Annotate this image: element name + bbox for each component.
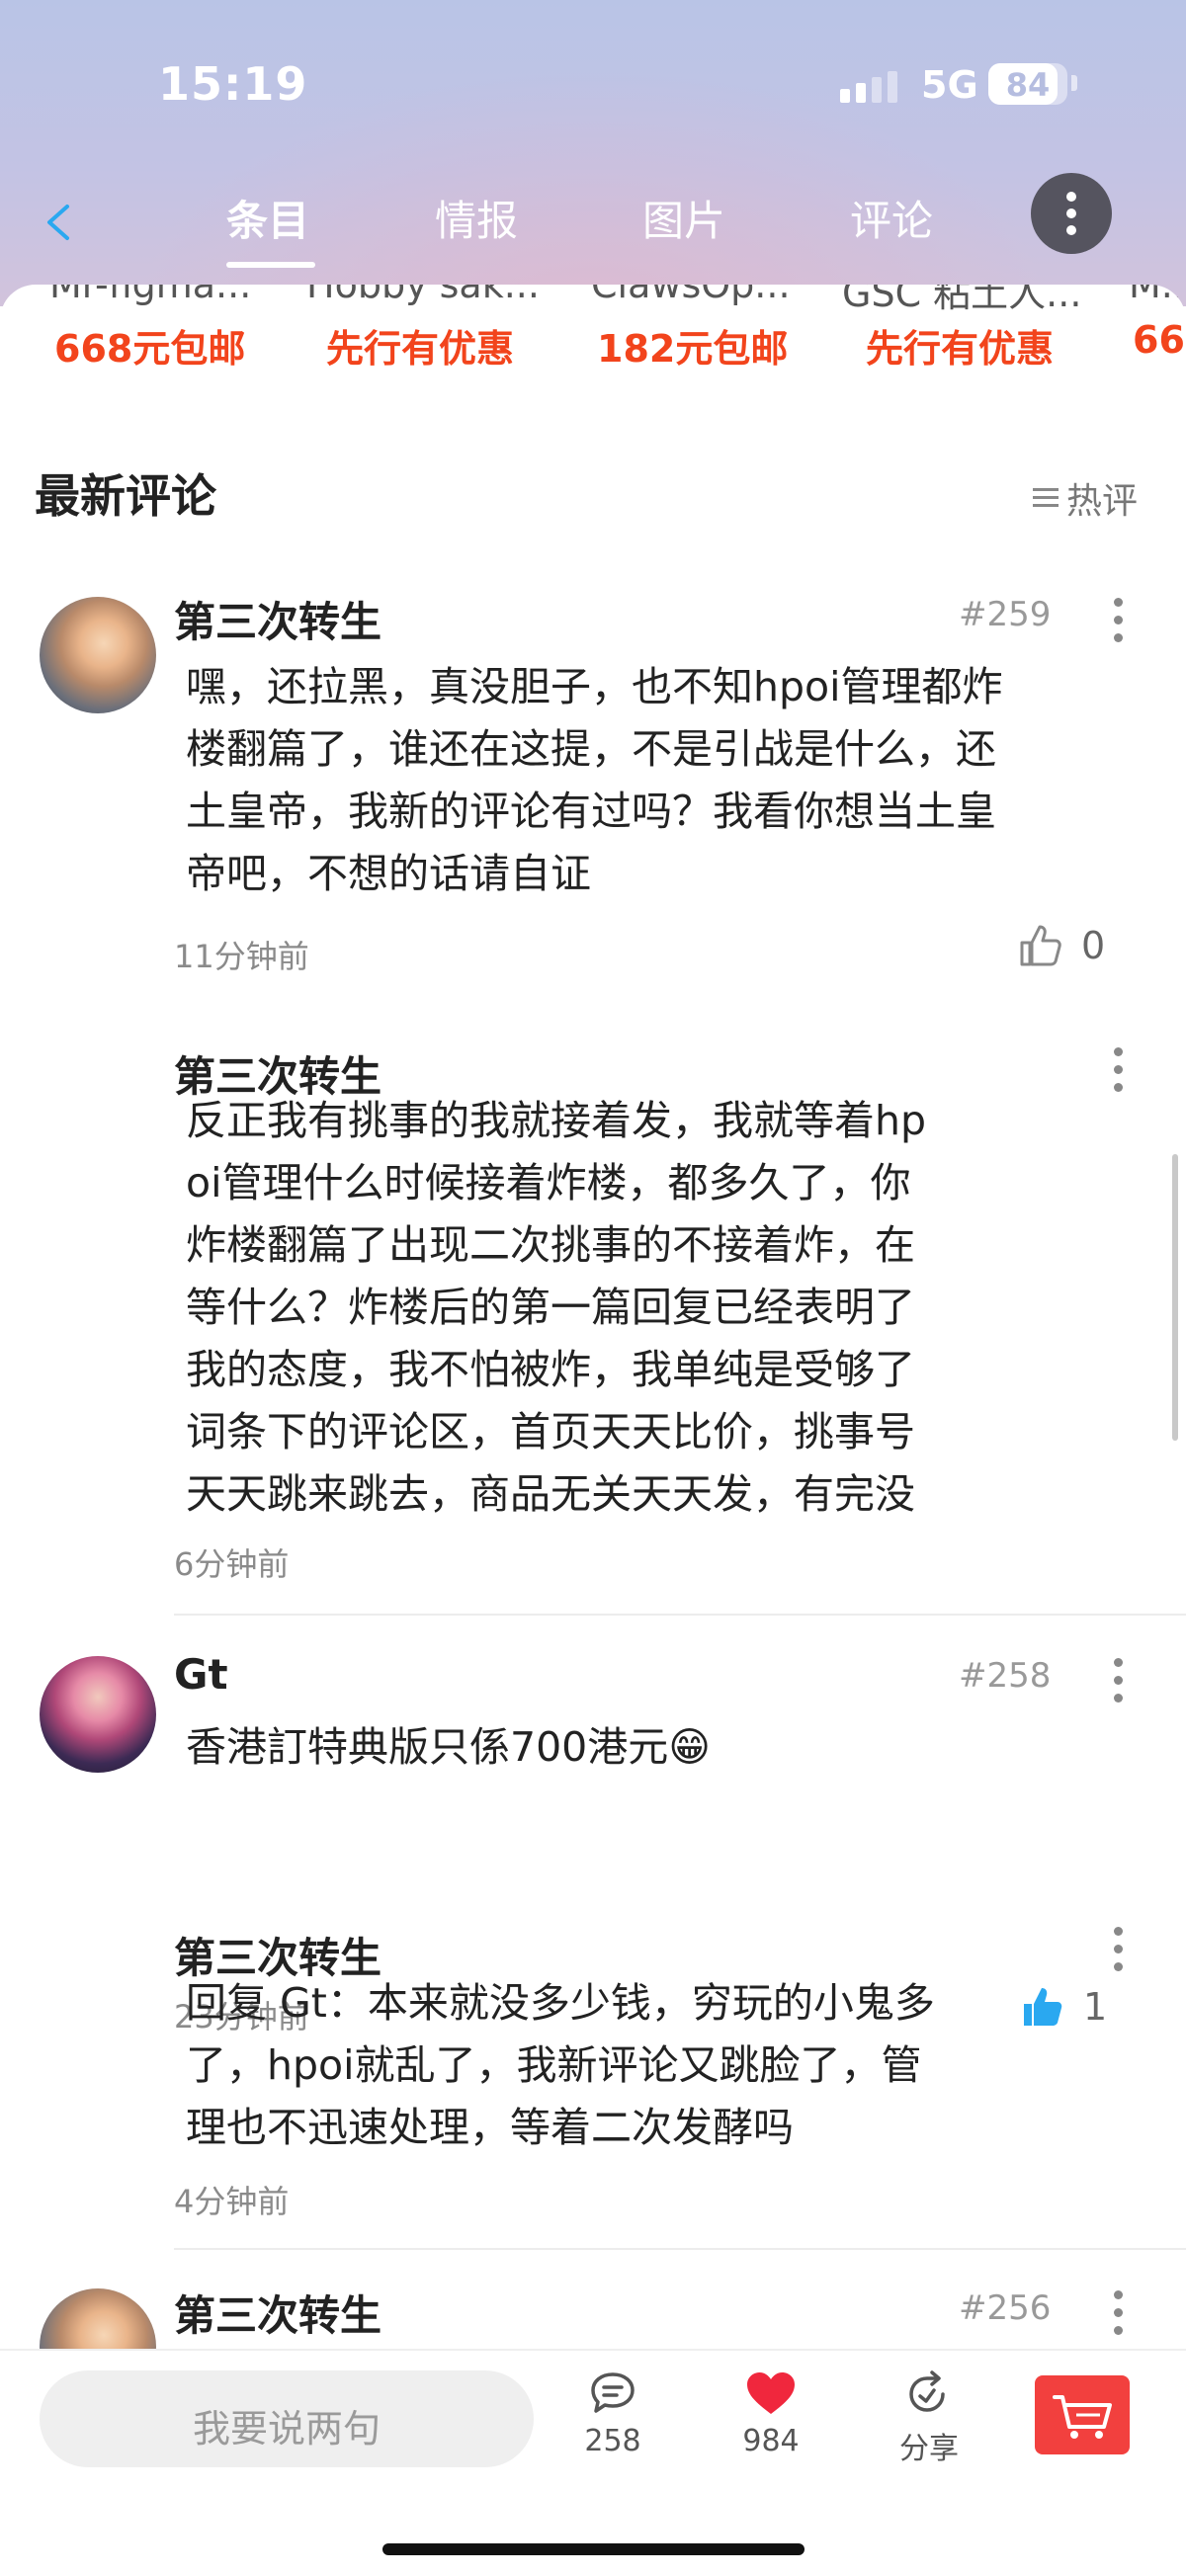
shop-price[interactable]: 先行有优惠 — [326, 318, 514, 373]
reply-line: 回复 Gt：本来就没多少钱，穷玩的小鬼多 — [186, 1979, 935, 2027]
shop-price-strip: Mr-figma... 668元包邮 Hobby sak... 先行有优惠 Cl… — [0, 285, 1186, 383]
comment-line: 嘿，还拉黑，真没胆子，也不知hpoi管理都炸 — [186, 663, 1003, 710]
battery-level: 84 — [1005, 66, 1051, 104]
comment-input[interactable]: 我要说两句 — [40, 2370, 534, 2467]
heart-icon — [747, 2372, 795, 2414]
network-type: 5G — [921, 63, 978, 107]
active-tab-indicator — [226, 262, 315, 268]
reply-line: 等什么？炸楼后的第一篇回复已经表明了 — [186, 1284, 915, 1331]
comments-count: 258 — [584, 2424, 641, 2458]
shop-price[interactable]: 668元包邮 — [54, 318, 245, 373]
comment-body: 香港訂特典版只係700港元😁 — [186, 1716, 1075, 1779]
more-icon[interactable] — [1112, 1925, 1124, 1974]
likes-count: 984 — [742, 2424, 800, 2458]
list-icon — [1033, 486, 1059, 510]
share-icon — [909, 2370, 945, 2412]
floor-number: #258 — [959, 1656, 1052, 1696]
share-label: 分享 — [899, 2432, 959, 2466]
reply-body: 回复 Gt：本来就没多少钱，穷玩的小鬼多 了，hpoi就乱了，我新评论又跳脸了，… — [186, 1972, 1075, 2159]
tab-comments[interactable]: 评论 — [850, 188, 933, 248]
tab-news[interactable]: 情报 — [435, 188, 518, 248]
signal-icon — [840, 71, 897, 103]
comment-time: 11分钟前 — [174, 938, 309, 975]
floor-number: #256 — [959, 2288, 1052, 2328]
section-title: 最新评论 — [35, 469, 216, 523]
tab-images[interactable]: 图片 — [642, 188, 725, 248]
avatar[interactable] — [40, 597, 156, 713]
shop-name[interactable]: Mr-figma... — [49, 285, 251, 306]
shop-name[interactable]: M... — [1129, 285, 1186, 306]
comment-line: 楼翻篇了，谁还在这提，不是引战是什么，还 — [186, 725, 996, 773]
comment-line: 帝吧，不想的话请自证 — [186, 850, 591, 897]
reply-line: 了，hpoi就乱了，我新评论又跳脸了，管 — [186, 2041, 922, 2089]
favorite-button[interactable]: 984 — [717, 2370, 825, 2458]
content-card: Mr-figma... 668元包邮 Hobby sak... 先行有优惠 Cl… — [0, 285, 1186, 2576]
shop-price[interactable]: 先行有优惠 — [866, 318, 1054, 373]
reply-line: 反正我有挑事的我就接着发，我就等着hp — [186, 1097, 927, 1144]
comment-line: 土皇帝，我新的评论有过吗？我看你想当土皇 — [186, 788, 996, 835]
reply-line: oi管理什么时候接着炸楼，都多久了，你 — [186, 1159, 911, 1206]
sort-label: 热评 — [1066, 481, 1139, 522]
comment-line: 香港訂特典版只係700港元😁 — [186, 1723, 711, 1771]
shop-name[interactable]: GSC 粘土人... — [842, 285, 1081, 317]
comment-body: 嘿，还拉黑，真没胆子，也不知hpoi管理都炸 楼翻篇了，谁还在这提，不是引战是什… — [186, 656, 1135, 905]
status-bar: 15:19 5G 84 — [0, 0, 1186, 173]
shopping-cart-button[interactable] — [1035, 2375, 1130, 2454]
shop-name[interactable]: ClawsOp... — [591, 285, 791, 306]
divider — [174, 2248, 1186, 2250]
shop-price[interactable]: 66 — [1133, 318, 1185, 362]
reply-line: 词条下的评论区，首页天天比价，挑事号 — [186, 1408, 915, 1455]
shop-name[interactable]: Hobby sak... — [306, 285, 540, 306]
battery-tip — [1071, 75, 1077, 91]
reply-body: 反正我有挑事的我就接着发，我就等着hp oi管理什么时候接着炸楼，都多久了，你 … — [186, 1090, 1075, 1526]
reply-time: 6分钟前 — [174, 1545, 290, 1583]
more-icon[interactable] — [1112, 2288, 1124, 2338]
cart-icon — [1053, 2395, 1112, 2439]
divider — [174, 1614, 1186, 1616]
reply-line: 我的态度，我不怕被炸，我单纯是受够了 — [186, 1346, 915, 1393]
more-icon[interactable] — [1112, 596, 1124, 645]
bottom-action-bar: 我要说两句 258 984 分享 — [0, 2349, 1186, 2576]
comment-bubble-icon — [591, 2372, 635, 2413]
floor-number: #259 — [959, 595, 1052, 634]
battery-icon: 84 — [988, 63, 1067, 105]
top-nav: 条目 情报 图片 评论 — [0, 173, 1186, 282]
like-count: 0 — [1081, 924, 1106, 967]
thumbs-up-icon — [1020, 925, 1061, 966]
reply-line: 理也不迅速处理，等着二次发酵吗 — [186, 2104, 794, 2151]
reply-time: 4分钟前 — [174, 2183, 290, 2220]
more-options-button[interactable] — [1031, 173, 1112, 254]
reply-line: 天天跳来跳去，商品无关天天发，有完没 — [186, 1470, 915, 1518]
more-icon[interactable] — [1112, 1656, 1124, 1705]
back-icon[interactable] — [40, 193, 79, 252]
reply-line: 炸楼翻篇了出现二次挑事的不接着炸，在 — [186, 1221, 915, 1269]
tab-entry[interactable]: 条目 — [226, 188, 309, 248]
sort-hot-button[interactable]: 热评 — [1033, 472, 1138, 524]
comments-button[interactable]: 258 — [558, 2370, 667, 2458]
comment-author[interactable]: 第三次转生 — [174, 2283, 381, 2343]
scrollbar[interactable] — [1172, 1154, 1178, 1441]
avatar[interactable] — [40, 1656, 156, 1773]
comment-author[interactable]: Gt — [174, 1650, 228, 1699]
shop-price[interactable]: 182元包邮 — [597, 318, 788, 373]
home-indicator[interactable] — [382, 2543, 805, 2555]
share-button[interactable]: 分享 — [875, 2370, 983, 2467]
like-button[interactable]: 0 — [1018, 923, 1105, 968]
like-count: 1 — [1083, 1985, 1108, 2029]
comment-author[interactable]: 第三次转生 — [174, 589, 381, 649]
more-icon[interactable] — [1112, 1045, 1124, 1095]
input-placeholder: 我要说两句 — [192, 2407, 381, 2451]
clock: 15:19 — [158, 57, 308, 111]
